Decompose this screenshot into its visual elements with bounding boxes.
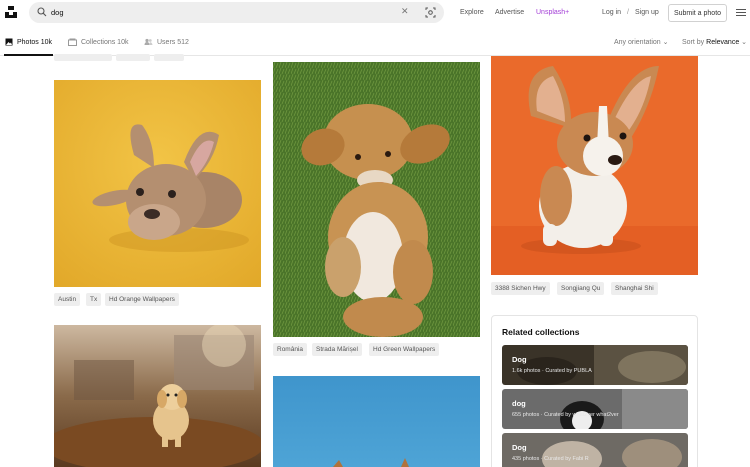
search-icon xyxy=(37,7,47,17)
collection-title: Dog xyxy=(512,443,527,452)
sort-value: Relevance xyxy=(706,39,740,46)
tab-users-label: Users 512 xyxy=(157,38,189,46)
collection-meta: 655 photos · Curated by what2ver what2ve… xyxy=(512,412,619,418)
chevron-down-icon: ⌄ xyxy=(741,39,748,46)
signup-link[interactable]: Sign up xyxy=(635,9,659,16)
collection-meta: 1.6k photos · Curated by PUBLA xyxy=(512,368,592,374)
tag-chip[interactable]: Austin xyxy=(54,293,81,306)
tab-photos[interactable]: Photos 10k xyxy=(5,38,52,46)
collection-meta: 435 photos · Curated by Fabi R xyxy=(512,456,589,462)
tab-collections-label: Collections 10k xyxy=(81,38,129,46)
visual-search-icon[interactable] xyxy=(425,7,436,18)
sort-prefix: Sort by xyxy=(682,39,705,46)
tab-collections[interactable]: Collections 10k xyxy=(68,38,128,46)
search-input[interactable]: dog xyxy=(51,8,64,17)
active-tab-indicator xyxy=(4,54,53,56)
related-collections-title: Related collections xyxy=(502,327,580,337)
orientation-filter[interactable]: Any orientation ⌄ xyxy=(614,38,669,46)
tab-photos-label: Photos 10k xyxy=(17,38,53,46)
nav-explore-link[interactable]: Explore xyxy=(460,9,484,16)
collection-cover-image xyxy=(502,345,688,385)
orientation-filter-label: Any orientation xyxy=(614,39,661,46)
login-link[interactable]: Log in xyxy=(602,9,621,16)
clear-search-icon[interactable]: ✕ xyxy=(401,6,409,17)
tag-chip[interactable]: România xyxy=(273,343,308,356)
top-header: dog ✕ Explore Advertise Unsplash+ Log in… xyxy=(0,0,750,26)
unsplash-logo-icon[interactable] xyxy=(4,5,18,19)
collection-card[interactable]: Dog 1.6k photos · Curated by PUBLA xyxy=(502,345,688,385)
photos-icon xyxy=(5,38,13,46)
tag-chip[interactable] xyxy=(116,54,150,61)
users-icon xyxy=(144,38,153,45)
tab-users[interactable]: Users 512 xyxy=(144,38,189,46)
collections-icon xyxy=(68,38,77,46)
tag-chip[interactable]: Tx xyxy=(86,293,102,306)
chevron-down-icon: ⌄ xyxy=(662,39,669,46)
menu-icon[interactable] xyxy=(736,9,746,17)
nav-advertise-link[interactable]: Advertise xyxy=(495,9,524,16)
related-collections-panel: Related collections Dog 1.6k photos · Cu… xyxy=(491,315,698,467)
collection-card[interactable]: dog 655 photos · Curated by what2ver wha… xyxy=(502,389,688,429)
photo-french-bulldog[interactable] xyxy=(54,80,261,287)
photo-corgi-puppy[interactable] xyxy=(491,56,698,275)
tag-chip[interactable] xyxy=(54,54,112,61)
nav-separator: / xyxy=(627,9,629,16)
tag-chip[interactable]: Songjiang Qu xyxy=(557,282,605,295)
photo-dog-on-grass[interactable] xyxy=(273,62,480,337)
collection-title: Dog xyxy=(512,355,527,364)
tag-chip[interactable] xyxy=(154,54,184,61)
tag-chip[interactable]: Hd Green Wallpapers xyxy=(369,343,440,356)
sort-filter[interactable]: Sort by Relevance ⌄ xyxy=(682,38,747,46)
tag-chip[interactable]: 3388 Sichen Hwy xyxy=(491,282,550,295)
photo-dog-blue-sky[interactable] xyxy=(273,376,480,467)
tag-chip[interactable]: Hd Orange Wallpapers xyxy=(105,293,179,306)
collection-title: dog xyxy=(512,399,526,408)
search-tabs-bar: Photos 10k Collections 10k Users 512 Any… xyxy=(0,26,750,56)
submit-photo-button[interactable]: Submit a photo xyxy=(668,4,727,22)
collection-cover-image xyxy=(502,389,688,429)
tag-chip[interactable]: Strada Mărișel xyxy=(312,343,362,356)
nav-unsplash-plus-link[interactable]: Unsplash+ xyxy=(536,9,569,16)
photo-golden-puppy-autumn[interactable] xyxy=(54,325,261,467)
collection-card[interactable]: Dog 435 photos · Curated by Fabi R xyxy=(502,433,688,467)
search-bar[interactable]: dog ✕ xyxy=(29,2,444,23)
tag-chip[interactable]: Shanghai Shi xyxy=(611,282,658,295)
